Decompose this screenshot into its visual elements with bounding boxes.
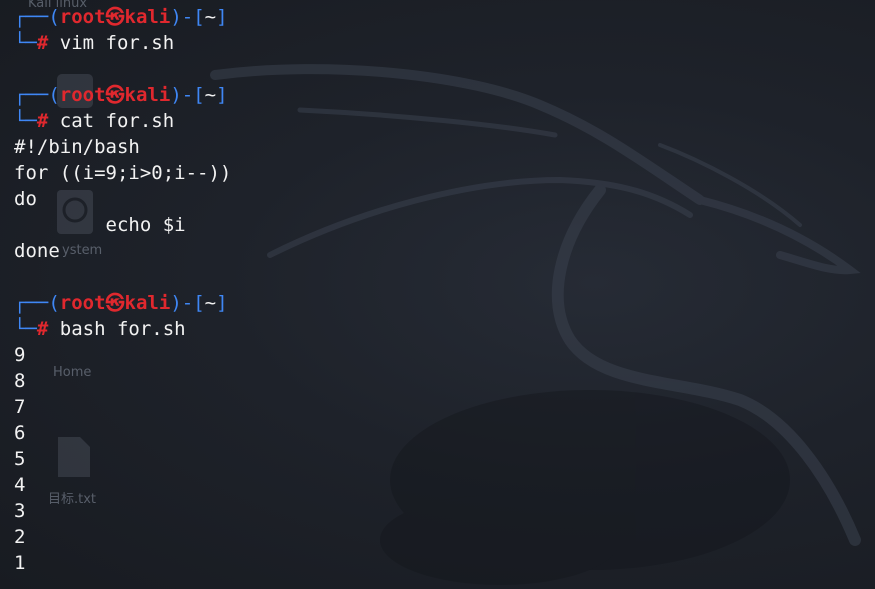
prompt-at-symbol: ㉿ (105, 6, 125, 28)
prompt-frame: )-[ (170, 6, 205, 28)
prompt-hash: # (36, 32, 49, 54)
output-line: 2 (14, 526, 26, 548)
prompt-corner: └─ (14, 110, 37, 132)
prompt-at-symbol: ㉿ (105, 84, 125, 106)
command-text: cat for.sh (59, 110, 175, 132)
terminal-output[interactable]: ┌──(root㉿kali)-[~] └─# vim for.sh ┌──(ro… (14, 4, 864, 576)
output-line: for ((i=9;i>0;i--)) (14, 162, 232, 184)
prompt-host: kali (124, 6, 171, 28)
prompt-corner: └─ (14, 318, 37, 340)
prompt-path: ~ (204, 6, 217, 28)
prompt-frame: ┌──( (14, 6, 60, 28)
prompt-host: kali (124, 84, 171, 106)
command-line: └─# vim for.sh (14, 30, 864, 56)
output-line: 3 (14, 500, 26, 522)
output-line: 8 (14, 370, 26, 392)
prompt-frame: ┌──( (14, 292, 60, 314)
prompt-frame: )-[ (170, 292, 205, 314)
command-text: vim for.sh (59, 32, 175, 54)
prompt-user: root (59, 292, 106, 314)
output-line: echo $i (14, 214, 186, 236)
command-line: └─# bash for.sh (14, 316, 864, 342)
prompt-frame: ] (216, 292, 228, 314)
prompt-frame: )-[ (170, 84, 205, 106)
prompt-hash: # (36, 318, 49, 340)
output-line: 4 (14, 474, 26, 496)
prompt-line: ┌──(root㉿kali)-[~] (14, 4, 864, 30)
prompt-frame: ┌──( (14, 84, 60, 106)
prompt-line: ┌──(root㉿kali)-[~] (14, 290, 864, 316)
prompt-path: ~ (204, 84, 217, 106)
output-line: done (14, 240, 60, 262)
output-line: 7 (14, 396, 26, 418)
prompt-hash: # (36, 110, 49, 132)
prompt-at-symbol: ㉿ (105, 292, 125, 314)
prompt-user: root (59, 6, 106, 28)
prompt-path: ~ (204, 292, 217, 314)
output-line: 9 (14, 344, 26, 366)
output-line: 6 (14, 422, 26, 444)
prompt-line: ┌──(root㉿kali)-[~] (14, 82, 864, 108)
command-text: bash for.sh (59, 318, 186, 340)
prompt-frame: ] (216, 84, 228, 106)
prompt-user: root (59, 84, 106, 106)
prompt-host: kali (124, 292, 171, 314)
output-line: 1 (14, 552, 26, 574)
command-line: └─# cat for.sh (14, 108, 864, 134)
prompt-corner: └─ (14, 32, 37, 54)
output-line: 5 (14, 448, 26, 470)
output-line: #!/bin/bash (14, 136, 140, 158)
prompt-frame: ] (216, 6, 228, 28)
desktop-background: Kali linux ystem Home 目标.txt ┌──(root㉿ka… (0, 0, 875, 589)
output-line: do (14, 188, 37, 210)
